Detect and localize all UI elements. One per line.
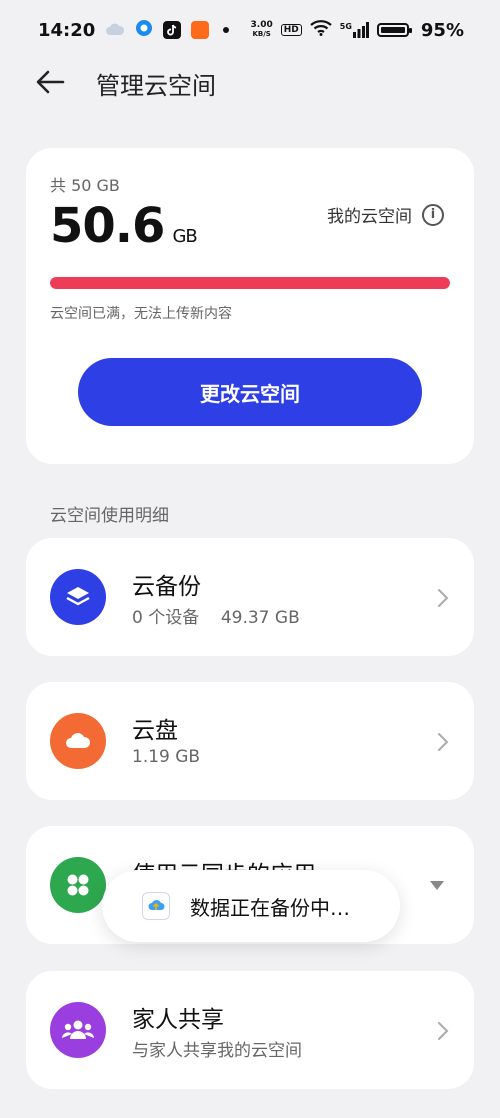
status-bar-left: 14:20 xyxy=(38,19,230,42)
network-speed-value: 3.00 xyxy=(250,20,273,30)
network-speed-unit: KB/S xyxy=(252,30,271,38)
list-item-subtitle: 1.19 GB xyxy=(132,747,201,767)
list-item-subtitle: 0 个设备 49.37 GB xyxy=(132,608,300,628)
change-cloud-space-button[interactable]: 更改云空间 xyxy=(78,358,422,426)
info-icon[interactable]: i xyxy=(422,203,444,226)
list-item-title: 云盘 xyxy=(132,718,178,744)
page-header: 管理云空间 xyxy=(0,56,500,108)
chevron-right-icon xyxy=(438,589,449,607)
status-bar-right: 3.00 KB/S HD 5G 95% xyxy=(251,20,464,41)
grid-icon xyxy=(50,857,106,913)
list-item-family-sharing[interactable]: 家人共享 与家人共享我的云空间 xyxy=(26,971,474,1089)
usage-details-section-title: 云空间使用明细 xyxy=(50,506,169,526)
list-item-cloud-backup[interactable]: 云备份 0 个设备 49.37 GB xyxy=(26,538,474,656)
network-speed: 3.00 KB/S xyxy=(251,21,273,39)
my-cloud-space-link[interactable]: 我的云空间 i xyxy=(327,202,444,227)
storage-summary-card: 共 50 GB 50.6 GB 我的云空间 i 云空间已满，无法上传新内容 更改云… xyxy=(26,148,474,464)
backup-progress-toast: 数据正在备份中… xyxy=(102,870,400,942)
storage-quota: 共 50 GB xyxy=(50,176,120,195)
wifi-icon xyxy=(310,19,332,41)
more-notifications-dot xyxy=(223,27,230,33)
battery-percent: 95% xyxy=(420,19,464,41)
storage-used-unit: GB xyxy=(172,226,197,247)
status-bar: 14:20 3.00 KB/S HD 5G 95% xyxy=(0,0,500,60)
cloud-backup-icon xyxy=(142,892,170,920)
list-item-title: 云备份 xyxy=(132,574,201,600)
cloud-icon xyxy=(50,713,106,769)
page-title: 管理云空间 xyxy=(96,72,216,100)
list-item-title: 家人共享 xyxy=(132,1007,224,1033)
arrow-left-icon xyxy=(36,70,65,94)
tiktok-icon xyxy=(163,21,182,39)
network-type: 5G xyxy=(339,22,352,31)
hd-badge: HD xyxy=(280,24,302,36)
chevron-down-icon xyxy=(430,881,444,890)
family-icon xyxy=(50,1002,106,1058)
list-item-cloud-drive[interactable]: 云盘 1.19 GB xyxy=(26,682,474,800)
chevron-right-icon xyxy=(438,733,449,751)
app-notification-icon xyxy=(135,19,153,42)
storage-progress-bar xyxy=(50,277,450,289)
storage-used-value: 50.6 xyxy=(50,198,165,254)
status-time: 14:20 xyxy=(38,19,96,41)
storage-full-message: 云空间已满，无法上传新内容 xyxy=(50,306,232,322)
taobao-icon xyxy=(191,21,210,39)
cellular-signal-icon: 5G xyxy=(340,22,369,38)
storage-progress-fill xyxy=(50,277,450,289)
battery-icon xyxy=(376,23,412,37)
toast-text: 数据正在备份中… xyxy=(190,895,350,920)
storage-used: 50.6 GB xyxy=(50,198,198,254)
chevron-right-icon xyxy=(438,1022,449,1040)
weather-icon xyxy=(105,20,125,41)
back-button[interactable] xyxy=(34,68,66,96)
my-cloud-space-label: 我的云空间 xyxy=(327,207,412,227)
list-item-subtitle: 与家人共享我的云空间 xyxy=(132,1041,302,1061)
layers-icon xyxy=(50,569,106,625)
